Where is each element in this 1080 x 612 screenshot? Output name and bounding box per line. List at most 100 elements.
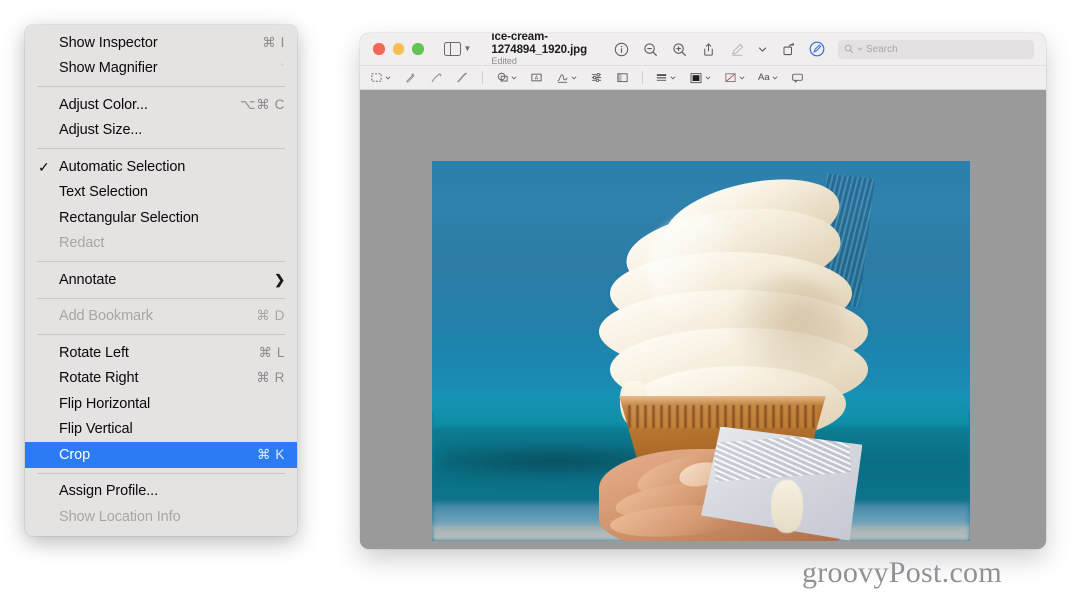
- menu-item-label: Rotate Left: [59, 344, 129, 361]
- checkmark-icon: ✓: [38, 158, 50, 175]
- sidebar-toggle-icon: [443, 42, 461, 56]
- zoom-out-icon[interactable]: [642, 41, 658, 57]
- zoom-in-icon[interactable]: [671, 41, 687, 57]
- maximize-button[interactable]: [412, 43, 424, 55]
- menu-item-adjust-color[interactable]: Adjust Color... ⌥⌘ C: [25, 92, 297, 118]
- chevron-down-icon: [857, 47, 863, 51]
- markup-pen-icon[interactable]: [729, 41, 745, 57]
- toolbar-right: Search: [613, 39, 1037, 59]
- text-style-label: Aa: [758, 72, 770, 83]
- menu-item-add-bookmark: Add Bookmark ⌘ D: [25, 304, 297, 330]
- window-controls[interactable]: [373, 43, 424, 55]
- adjust-tool-icon[interactable]: [590, 71, 603, 84]
- menu-item-label: Rectangular Selection: [59, 209, 199, 226]
- info-icon[interactable]: [613, 41, 629, 57]
- menu-separator: [37, 148, 285, 149]
- selection-tool-icon[interactable]: [370, 71, 391, 84]
- search-icon: [844, 44, 854, 54]
- menu-item-label: Crop: [59, 446, 91, 463]
- text-tool-icon[interactable]: A: [530, 71, 543, 84]
- menu-item-rotate-right[interactable]: Rotate Right ⌘ R: [25, 366, 297, 392]
- chevron-down-icon: [739, 76, 745, 79]
- sketch-tool-icon[interactable]: [430, 71, 443, 84]
- menu-item-show-location-info: Show Location Info: [25, 504, 297, 530]
- chevron-down-icon: [385, 76, 391, 79]
- menu-item-redact: Redact: [25, 231, 297, 257]
- line-style-icon[interactable]: [655, 71, 676, 84]
- menu-item-rectangular-selection[interactable]: Rectangular Selection: [25, 205, 297, 231]
- menu-item-label: Assign Profile...: [59, 483, 159, 500]
- menu-item-label: Adjust Size...: [59, 122, 143, 139]
- window-title-block: ice-cream-1274894_1920.jpg Edited: [491, 33, 613, 67]
- markup-group-style: Aa: [655, 71, 804, 85]
- menu-item-show-magnifier[interactable]: Show Magnifier `: [25, 56, 297, 82]
- chevron-right-icon: ❯: [274, 272, 285, 288]
- fill-color-icon[interactable]: [689, 71, 711, 85]
- markup-toolbar[interactable]: A Aa: [360, 66, 1046, 90]
- menu-separator: [37, 261, 285, 262]
- menu-item-shortcut: `: [280, 60, 285, 76]
- note-tool-icon[interactable]: [791, 71, 804, 84]
- context-menu[interactable]: Show Inspector ⌘ I Show Magnifier ` Adju…: [25, 25, 297, 536]
- menu-item-adjust-size[interactable]: Adjust Size...: [25, 118, 297, 144]
- menu-item-label: Show Location Info: [59, 508, 181, 525]
- chevron-down-icon: [772, 76, 777, 79]
- menu-item-show-inspector[interactable]: Show Inspector ⌘ I: [25, 30, 297, 56]
- chevron-down-icon[interactable]: [758, 41, 767, 57]
- markup-group-selection: [370, 71, 469, 84]
- minimize-button[interactable]: [392, 43, 404, 55]
- menu-item-text-selection[interactable]: Text Selection: [25, 180, 297, 206]
- menu-item-label: Add Bookmark: [59, 308, 153, 325]
- chevron-down-icon: [670, 76, 676, 79]
- menu-item-flip-vertical[interactable]: Flip Vertical: [25, 417, 297, 443]
- chevron-down-icon: [705, 76, 711, 79]
- menu-separator: [37, 472, 285, 474]
- window-title-bar: ▼ ice-cream-1274894_1920.jpg Edited Sear…: [360, 33, 1046, 66]
- text-style-icon[interactable]: Aa: [758, 72, 778, 83]
- menu-item-crop[interactable]: Crop ⌘ K: [25, 442, 297, 468]
- share-icon[interactable]: [700, 41, 716, 57]
- draw-tool-icon[interactable]: [456, 71, 469, 84]
- menu-item-shortcut: ⌘ K: [256, 446, 285, 462]
- shapes-tool-icon[interactable]: [496, 71, 517, 84]
- menu-item-shortcut: ⌘ I: [262, 34, 285, 50]
- mask-tool-icon[interactable]: [616, 71, 629, 84]
- menu-item-automatic-selection[interactable]: ✓ Automatic Selection: [25, 154, 297, 180]
- menu-item-label: Automatic Selection: [59, 158, 186, 175]
- menu-item-flip-horizontal[interactable]: Flip Horizontal: [25, 391, 297, 417]
- image-preview: [432, 160, 970, 541]
- menu-separator: [37, 86, 285, 87]
- menu-item-label: Annotate: [59, 271, 117, 288]
- menu-item-shortcut: ⌘ R: [256, 370, 285, 386]
- rotate-icon[interactable]: [780, 41, 796, 57]
- annotate-circle-icon[interactable]: [809, 41, 825, 57]
- border-color-icon[interactable]: [724, 71, 745, 84]
- chevron-down-icon: [571, 76, 576, 79]
- melted-drip: [770, 479, 804, 533]
- menu-item-rotate-left[interactable]: Rotate Left ⌘ L: [25, 340, 297, 366]
- chevron-down-icon: [511, 76, 516, 79]
- chevron-down-icon: ▼: [463, 44, 472, 53]
- toolbar-divider: [641, 71, 642, 84]
- image-canvas: [360, 90, 1046, 549]
- menu-item-assign-profile[interactable]: Assign Profile...: [25, 479, 297, 505]
- menu-item-shortcut: ⌘ L: [258, 344, 285, 360]
- menu-separator: [37, 297, 285, 299]
- markup-group-shapes: A: [496, 71, 629, 84]
- sign-tool-icon[interactable]: [556, 71, 577, 84]
- menu-item-label: Text Selection: [59, 184, 148, 201]
- menu-item-shortcut: ⌥⌘ C: [240, 96, 285, 112]
- menu-separator: [37, 334, 285, 335]
- search-input[interactable]: Search: [838, 39, 1034, 59]
- menu-item-label: Redact: [59, 235, 105, 252]
- menu-item-shortcut: ⌘ D: [256, 308, 285, 324]
- menu-item-label: Flip Vertical: [59, 421, 133, 438]
- menu-item-annotate[interactable]: Annotate ❯: [25, 267, 297, 293]
- instant-alpha-icon[interactable]: [404, 71, 417, 84]
- close-button[interactable]: [373, 43, 385, 55]
- svg-text:A: A: [534, 76, 538, 82]
- search-placeholder: Search: [866, 43, 898, 55]
- ice-cream-shadow: [727, 274, 847, 381]
- sidebar-toggle-button[interactable]: ▼: [443, 42, 472, 56]
- page-title: ice-cream-1274894_1920.jpg: [491, 33, 588, 56]
